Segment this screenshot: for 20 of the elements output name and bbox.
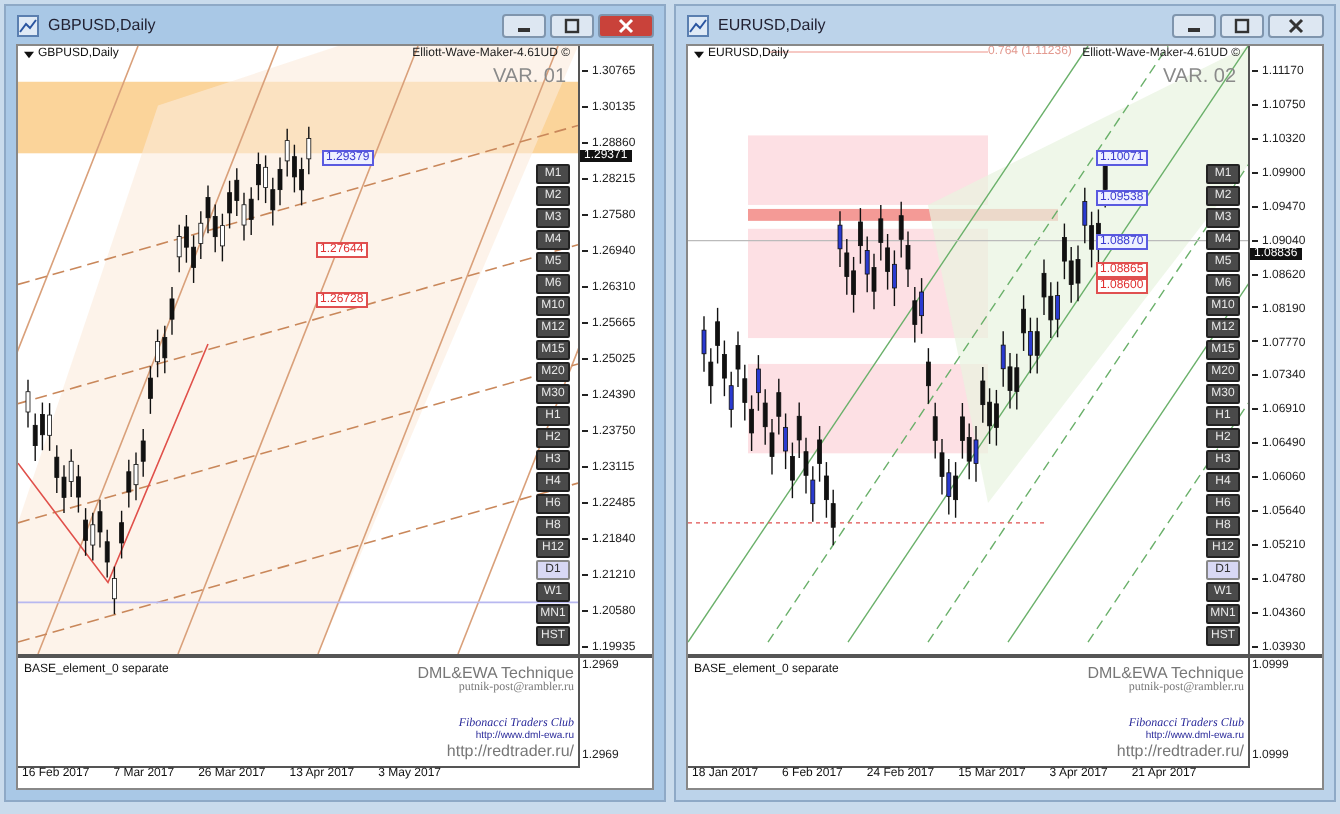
website-link[interactable]: http://redtrader.ru/ (446, 742, 574, 760)
maximize-icon (1232, 17, 1252, 33)
close-button[interactable] (598, 13, 654, 37)
window-title: GBPUSD,Daily (48, 16, 158, 34)
credit-text: DML&EWA Technique (417, 664, 574, 682)
maximize-button[interactable] (550, 13, 594, 37)
close-icon (616, 17, 636, 33)
dropdown-triangle-icon (694, 49, 704, 59)
close-icon (1286, 17, 1306, 33)
minimize-button[interactable] (502, 13, 546, 37)
minimize-button[interactable] (1172, 13, 1216, 37)
window-title: EURUSD,Daily (718, 16, 828, 34)
close-button[interactable] (1268, 13, 1324, 37)
dropdown-triangle-icon (24, 49, 34, 59)
chart-window-icon (16, 13, 40, 37)
credit-text: DML&EWA Technique (1087, 664, 1244, 682)
maximize-button[interactable] (1220, 13, 1264, 37)
website-link[interactable]: http://redtrader.ru/ (1116, 742, 1244, 760)
maximize-icon (562, 17, 582, 33)
chart-window-icon (686, 13, 710, 37)
